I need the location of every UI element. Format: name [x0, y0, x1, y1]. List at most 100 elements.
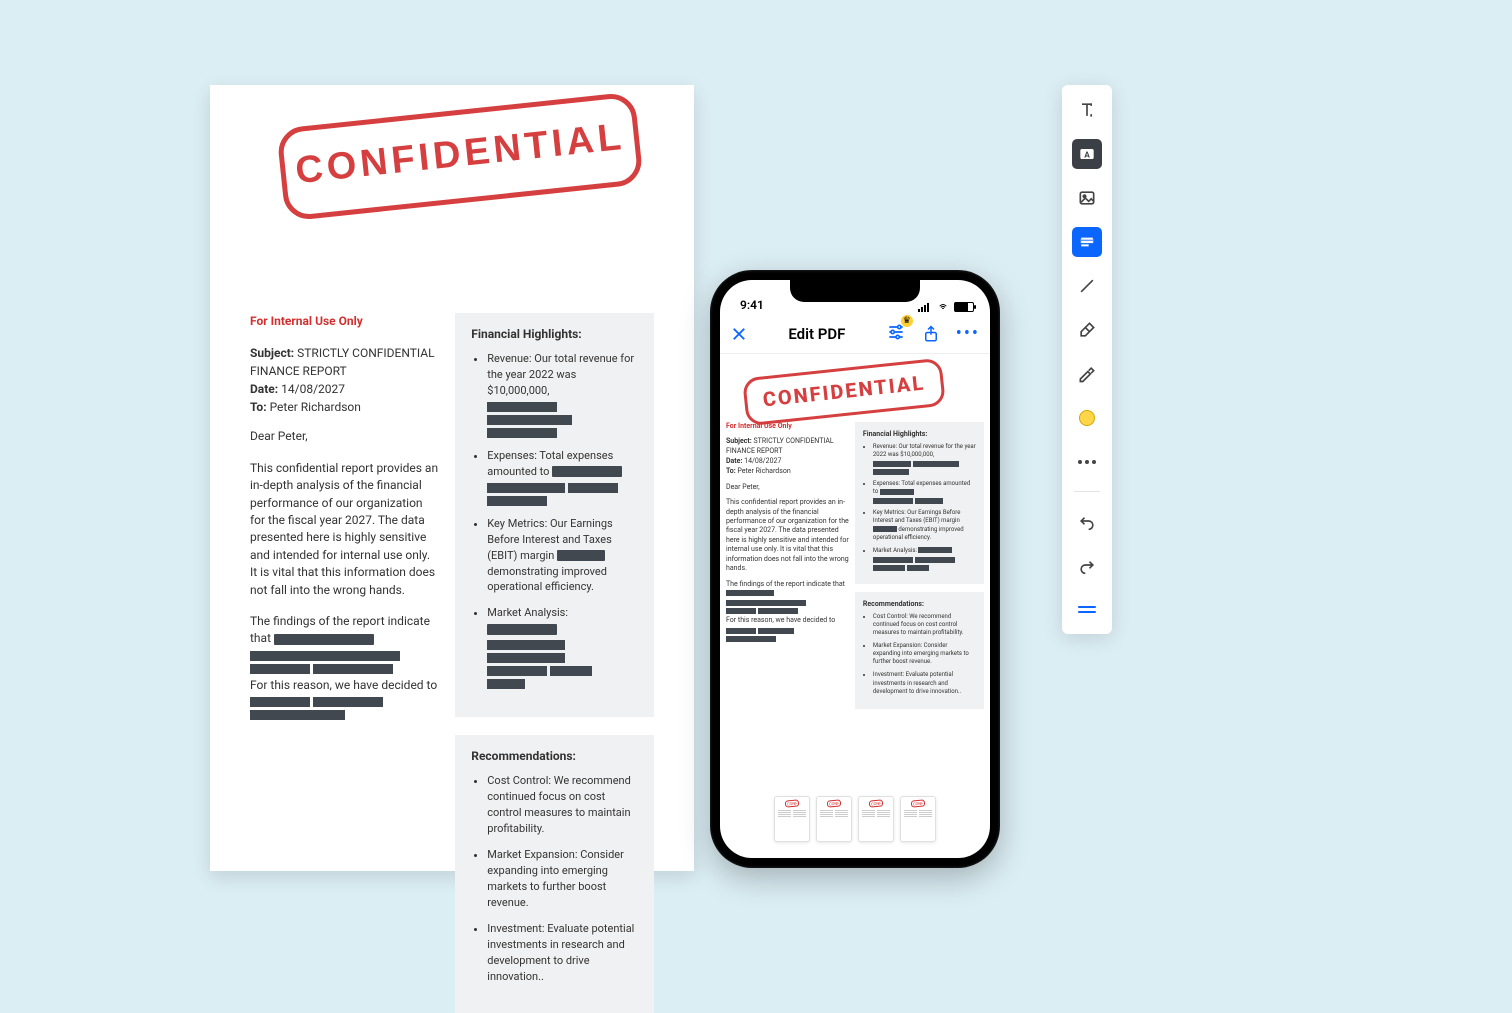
- redaction-block: [313, 697, 383, 707]
- page-thumbnail[interactable]: CONF: [858, 796, 894, 842]
- page-thumbnail[interactable]: CONF: [816, 796, 852, 842]
- share-icon[interactable]: [922, 325, 940, 343]
- text-tool[interactable]: [1072, 95, 1102, 125]
- phone-right-column: Financial Highlights: Revenue: Our total…: [855, 422, 984, 709]
- redo-button[interactable]: [1072, 550, 1102, 580]
- redaction-block: [557, 550, 605, 561]
- redaction-block: [250, 651, 400, 661]
- redaction-block: [250, 664, 310, 674]
- redaction-block: [552, 466, 622, 477]
- svg-text:A: A: [1084, 150, 1090, 160]
- recommendations-panel: Recommendations: Cost Control: We recomm…: [455, 735, 654, 1012]
- document-page: CONFIDENTIAL For Internal Use Only Subje…: [210, 85, 694, 871]
- phone-findings: The findings of the report indicate that…: [726, 580, 849, 642]
- signal-icon: [918, 302, 932, 312]
- phone-recs-panel: Recommendations: Cost Control: We recomm…: [855, 592, 984, 709]
- redaction-block: [250, 710, 345, 720]
- subject-label: Subject:: [250, 346, 294, 360]
- line-tool[interactable]: [1072, 271, 1102, 301]
- to-value: Peter Richardson: [270, 400, 361, 414]
- image-tool[interactable]: [1072, 183, 1102, 213]
- document-meta: Subject: STRICTLY CONFIDENTIAL FINANCE R…: [250, 344, 439, 416]
- redaction-block: [250, 697, 310, 707]
- redaction-block: [487, 428, 557, 438]
- crown-badge-icon: ♛: [901, 315, 913, 327]
- redaction-block: [487, 483, 565, 493]
- navbar-title: Edit PDF: [788, 325, 845, 343]
- status-icons: [918, 302, 974, 312]
- redaction-block: [487, 415, 572, 425]
- internal-use-label: For Internal Use Only: [250, 313, 439, 330]
- more-tools[interactable]: [1072, 447, 1102, 477]
- phone-intro: This confidential report provides an in-…: [726, 498, 849, 574]
- editor-toolbar: A: [1062, 85, 1112, 634]
- highlight-revenue-text: Revenue: Our total revenue for the year …: [487, 352, 634, 397]
- phone-stamp: CONFIDENTIAL: [742, 358, 946, 427]
- redaction-block: [487, 653, 565, 663]
- settings-button[interactable]: ♛: [886, 322, 906, 346]
- recommendation-item: Market Expansion: Consider expanding int…: [487, 847, 640, 911]
- drag-handle[interactable]: [1072, 594, 1102, 624]
- highlights-title: Financial Highlights:: [471, 327, 640, 341]
- salutation: Dear Peter,: [250, 428, 439, 445]
- highlighter-tool[interactable]: [1072, 359, 1102, 389]
- phone-meta: Subject: STRICTLY CONFIDENTIAL FINANCE R…: [726, 437, 849, 476]
- eraser-tool[interactable]: [1072, 315, 1102, 345]
- recommendations-title: Recommendations:: [471, 749, 640, 763]
- status-time: 9:41: [740, 298, 764, 312]
- redaction-block: [487, 640, 565, 650]
- drag-handle-icon: [1078, 606, 1096, 613]
- phone-frame: 9:41 Edit PDF ♛ ••• CONFIDENTIAL: [710, 270, 1000, 868]
- highlight-market-text: Market Analysis:: [487, 606, 568, 619]
- document-left-column: For Internal Use Only Subject: STRICTLY …: [250, 313, 439, 1013]
- intro-paragraph: This confidential report provides an in-…: [250, 460, 439, 599]
- date-value: 14/08/2027: [281, 382, 345, 396]
- date-label: Date:: [250, 382, 278, 396]
- highlight-revenue: Revenue: Our total revenue for the year …: [487, 351, 640, 438]
- redaction-block: [487, 402, 557, 412]
- phone-screen: 9:41 Edit PDF ♛ ••• CONFIDENTIAL: [720, 280, 990, 858]
- page-thumbnail[interactable]: CONF: [774, 796, 810, 842]
- recommendation-item: Cost Control: We recommend continued foc…: [487, 773, 640, 837]
- redaction-block: [274, 634, 374, 645]
- redaction-block: [487, 679, 525, 689]
- phone-document[interactable]: CONFIDENTIAL For Internal Use Only Subje…: [720, 354, 990, 713]
- redaction-block: [313, 664, 393, 674]
- highlight-expenses: Expenses: Total expenses amounted to: [487, 448, 640, 506]
- highlight-metrics: Key Metrics: Our Earnings Before Interes…: [487, 516, 640, 596]
- wifi-icon: [936, 302, 950, 312]
- toolbar-divider: [1074, 491, 1100, 492]
- phone-notch: [790, 280, 920, 302]
- highlight-market: Market Analysis:: [487, 605, 640, 689]
- ellipsis-icon: [1078, 460, 1096, 464]
- color-swatch-icon: [1079, 410, 1095, 426]
- document-body: For Internal Use Only Subject: STRICTLY …: [250, 313, 654, 1013]
- findings-paragraph: The findings of the report indicate that…: [250, 613, 439, 720]
- highlights-panel: Financial Highlights: Revenue: Our total…: [455, 313, 654, 717]
- close-icon[interactable]: [730, 325, 748, 343]
- phone-highlights-panel: Financial Highlights: Revenue: Our total…: [855, 422, 984, 584]
- redaction-block: [487, 666, 547, 676]
- highlight-metrics-b: demonstrating improved operational effic…: [487, 565, 607, 594]
- page-thumbnails: CONF CONF CONF CONF: [720, 790, 990, 848]
- color-tool[interactable]: [1072, 403, 1102, 433]
- more-icon[interactable]: •••: [956, 323, 980, 344]
- phone-internal-label: For Internal Use Only: [726, 422, 849, 431]
- undo-button[interactable]: [1072, 506, 1102, 536]
- document-right-column: Financial Highlights: Revenue: Our total…: [455, 313, 654, 1013]
- battery-icon: [954, 302, 974, 312]
- redaction-block: [487, 496, 547, 506]
- redaction-block: [568, 483, 618, 493]
- phone-salutation: Dear Peter,: [726, 483, 849, 492]
- text-box-tool[interactable]: A: [1072, 139, 1102, 169]
- phone-navbar: Edit PDF ♛ •••: [720, 314, 990, 354]
- to-label: To:: [250, 400, 267, 414]
- redact-tool[interactable]: [1072, 227, 1102, 257]
- confidential-stamp: CONFIDENTIAL: [276, 91, 644, 221]
- page-thumbnail[interactable]: CONF: [900, 796, 936, 842]
- findings-middle: For this reason, we have decided to: [250, 677, 437, 694]
- recommendation-item: Investment: Evaluate potential investmen…: [487, 921, 640, 985]
- redaction-block: [487, 624, 557, 635]
- phone-left-column: For Internal Use Only Subject: STRICTLY …: [726, 422, 849, 709]
- redaction-block: [550, 666, 592, 676]
